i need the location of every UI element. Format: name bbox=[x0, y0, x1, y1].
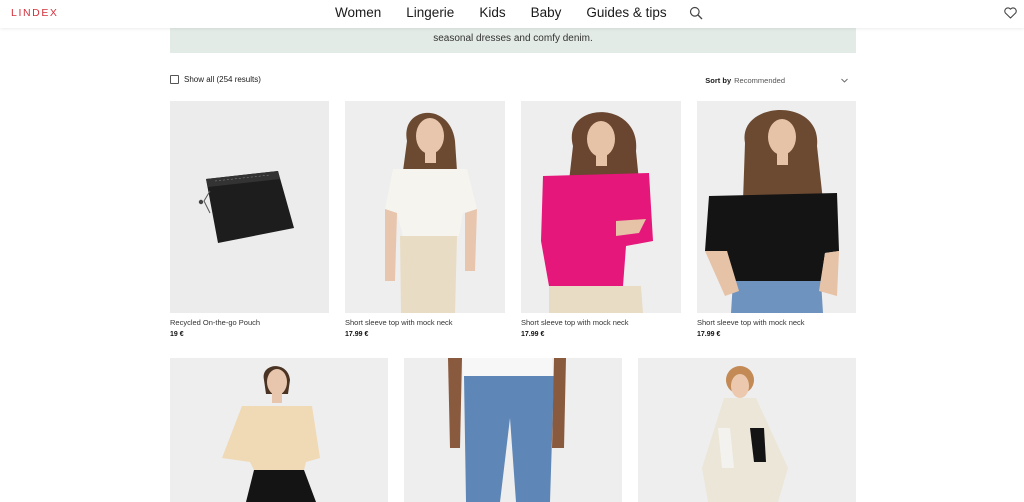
sort-label: Sort by bbox=[705, 76, 732, 85]
product-name[interactable]: Short sleeve top with mock neck bbox=[345, 318, 453, 327]
sort-value: Recommended bbox=[734, 76, 785, 85]
promo-text: seasonal dresses and comfy denim. bbox=[433, 33, 593, 44]
model-poncho-image bbox=[702, 366, 788, 502]
product-price: 17.99 € bbox=[521, 331, 545, 338]
product-name[interactable]: Short sleeve top with mock neck bbox=[521, 318, 629, 327]
show-all-toggle[interactable]: Show all (254 results) bbox=[170, 75, 261, 84]
model-black-top-image bbox=[705, 109, 839, 313]
checkbox-icon[interactable] bbox=[170, 75, 179, 84]
product-card[interactable]: Short sleeve top with mock neck 17.99 € bbox=[345, 101, 505, 341]
model-white-top-image bbox=[385, 112, 477, 313]
nav-item-lingerie[interactable]: Lingerie bbox=[406, 5, 454, 20]
nav-item-baby[interactable]: Baby bbox=[531, 5, 562, 20]
product-image[interactable] bbox=[170, 101, 329, 313]
product-name[interactable]: Recycled On-the-go Pouch bbox=[170, 318, 260, 327]
model-knit-top-image bbox=[222, 366, 320, 502]
heart-icon[interactable] bbox=[1004, 7, 1017, 19]
product-image[interactable] bbox=[170, 358, 388, 502]
show-all-label: Show all (254 results) bbox=[184, 75, 261, 84]
product-image[interactable] bbox=[638, 358, 856, 502]
product-image[interactable] bbox=[697, 101, 856, 313]
product-image[interactable] bbox=[521, 101, 681, 313]
product-card[interactable]: Short sleeve top with mock neck 17.99 € bbox=[697, 101, 856, 341]
lindex-logo[interactable]: LINDEX bbox=[11, 7, 59, 19]
search-icon[interactable] bbox=[689, 6, 703, 20]
chevron-down-icon bbox=[841, 78, 848, 83]
product-price: 17.99 € bbox=[697, 331, 721, 338]
top-navigation-bar: LINDEX Women Lingerie Kids Baby Guides &… bbox=[0, 0, 1024, 28]
product-image[interactable] bbox=[404, 358, 622, 502]
nav-item-guides-tips[interactable]: Guides & tips bbox=[586, 5, 666, 20]
sort-dropdown[interactable]: Sort by Recommended bbox=[705, 76, 848, 85]
model-pink-top-image bbox=[541, 112, 653, 313]
pouch-image bbox=[198, 171, 294, 243]
promo-banner: seasonal dresses and comfy denim. bbox=[170, 28, 856, 53]
main-nav: Women Lingerie Kids Baby Guides & tips bbox=[335, 5, 703, 20]
product-name[interactable]: Short sleeve top with mock neck bbox=[697, 318, 805, 327]
model-jeans-image bbox=[448, 358, 566, 502]
product-card[interactable] bbox=[404, 358, 622, 502]
filter-bar: Show all (254 results) Sort by Recommend… bbox=[170, 75, 856, 89]
nav-item-women[interactable]: Women bbox=[335, 5, 381, 20]
product-card[interactable]: Recycled On-the-go Pouch 19 € bbox=[170, 101, 329, 341]
nav-item-kids[interactable]: Kids bbox=[479, 5, 505, 20]
product-card[interactable] bbox=[170, 358, 388, 502]
product-image[interactable] bbox=[345, 101, 505, 313]
product-price: 19 € bbox=[170, 331, 184, 338]
product-card[interactable] bbox=[638, 358, 856, 502]
product-price: 17.99 € bbox=[345, 331, 369, 338]
product-card[interactable]: Short sleeve top with mock neck 17.99 € bbox=[521, 101, 681, 341]
